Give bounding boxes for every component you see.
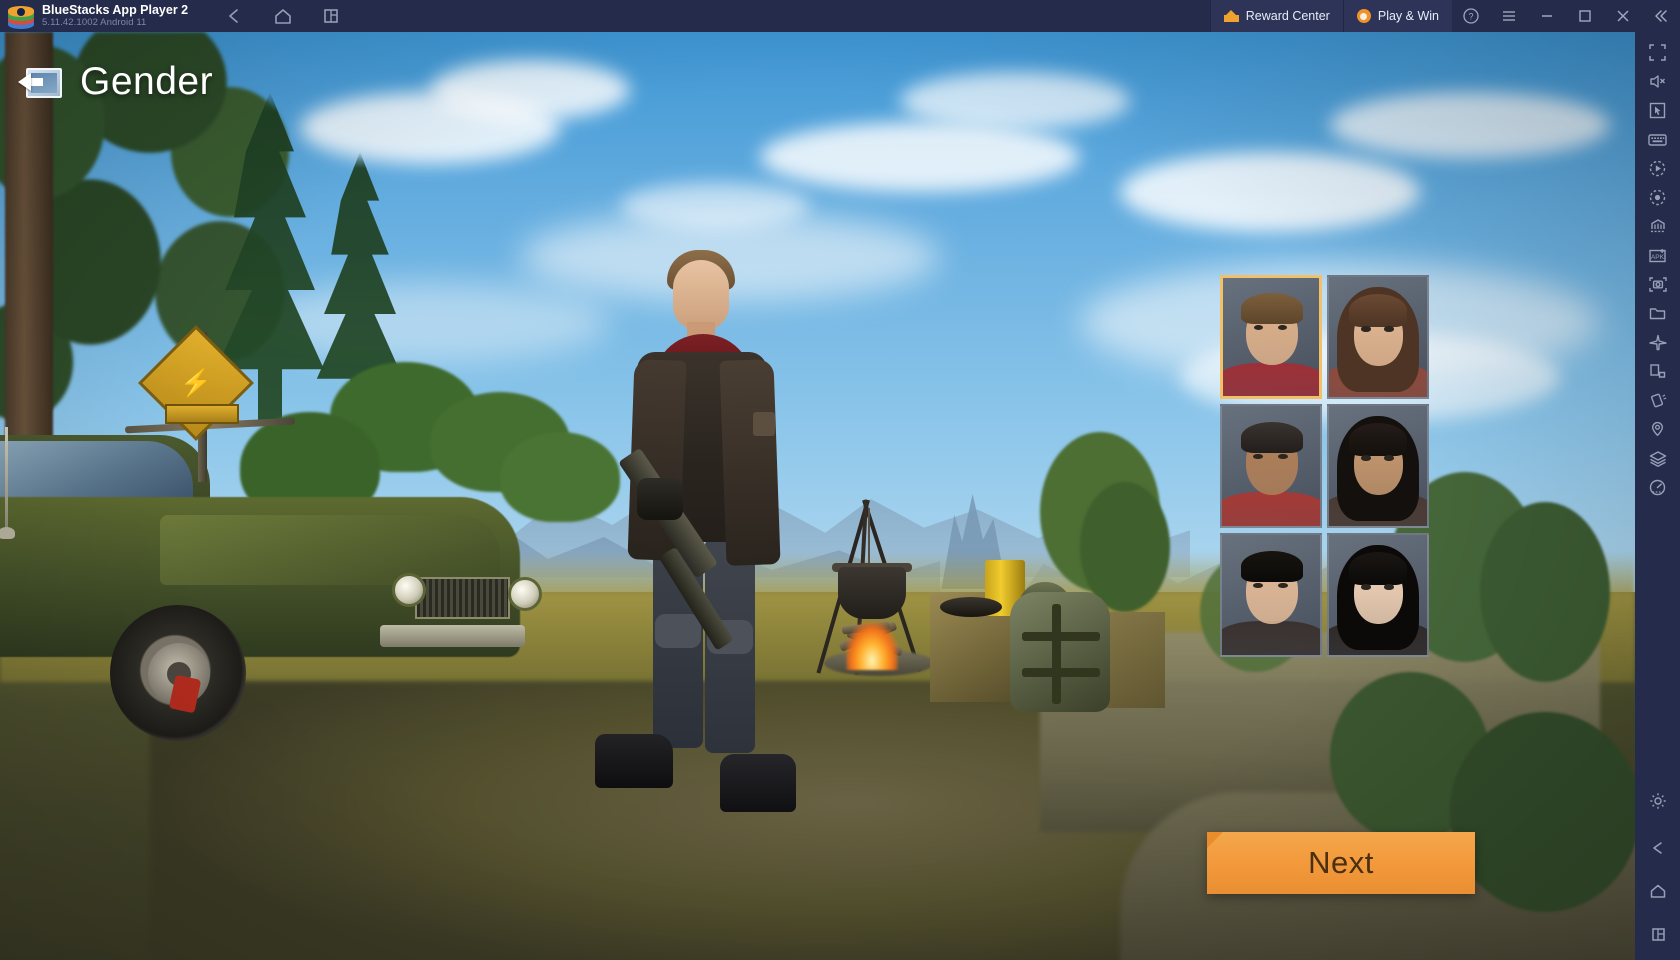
portrait-female-2[interactable] (1327, 404, 1429, 528)
svg-text:?: ? (1468, 12, 1473, 22)
play-and-win-label: Play & Win (1377, 9, 1439, 23)
portrait-eye-right (1383, 584, 1394, 590)
eco-mode-icon[interactable] (1635, 328, 1680, 357)
portrait-clothing (1223, 362, 1319, 396)
home-icon[interactable] (272, 5, 294, 27)
mute-icon[interactable] (1635, 67, 1680, 96)
menu-button[interactable] (1490, 0, 1528, 32)
collapse-sidebar-button[interactable] (1642, 0, 1680, 32)
page-title: Gender (80, 60, 214, 103)
android-game-viewport[interactable]: ⚡ Gender Next (0, 32, 1635, 960)
minimize-button[interactable] (1528, 0, 1566, 32)
portrait-male-1[interactable] (1220, 275, 1322, 399)
portrait-eye-left (1361, 584, 1372, 590)
install-apk-icon[interactable]: APK (1635, 241, 1680, 270)
portrait-clothing (1222, 492, 1320, 526)
portrait-eye-left (1361, 326, 1372, 332)
keyboard-icon[interactable] (1635, 125, 1680, 154)
rotate-screen-icon[interactable] (1635, 357, 1680, 386)
abandoned-car (0, 427, 560, 741)
portrait-eye-right (1383, 455, 1394, 461)
reward-center-button[interactable]: Reward Center (1209, 0, 1343, 32)
portrait-female-1[interactable] (1327, 275, 1429, 399)
fullscreen-icon[interactable] (1635, 38, 1680, 67)
portrait-hair-front (1240, 550, 1304, 582)
app-title: BlueStacks App Player 2 (42, 3, 189, 17)
layers-icon[interactable] (1635, 444, 1680, 473)
play-and-win-button[interactable]: Play & Win (1342, 0, 1452, 32)
next-button[interactable]: Next (1207, 832, 1475, 894)
bluestacks-sidebar: APK (1635, 32, 1680, 960)
next-button-label: Next (1308, 845, 1374, 880)
titlebar-right-group: Reward Center Play & Win ? (1209, 0, 1680, 32)
svg-text:APK: APK (1651, 254, 1665, 261)
crown-icon (1223, 10, 1239, 22)
android-recents-icon[interactable] (1635, 919, 1680, 948)
character-portrait-grid[interactable] (1220, 275, 1429, 657)
reward-center-label: Reward Center (1245, 9, 1330, 23)
portrait-clothing (1222, 621, 1320, 655)
android-home-icon[interactable] (1635, 876, 1680, 905)
settings-gear-icon[interactable] (1635, 786, 1680, 815)
window-titlebar: BlueStacks App Player 2 5.11.42.1002 And… (0, 0, 1680, 32)
multi-instance-icon[interactable] (320, 5, 342, 27)
portrait-male-3[interactable] (1220, 533, 1322, 657)
bluestacks-logo-icon (8, 3, 34, 29)
game-back-button[interactable] (18, 64, 62, 100)
android-back-icon[interactable] (1635, 833, 1680, 862)
portrait-hair-front (1241, 293, 1303, 324)
portrait-female-3[interactable] (1327, 533, 1429, 657)
performance-icon[interactable] (1635, 473, 1680, 502)
pointer-icon[interactable] (1635, 96, 1680, 125)
maximize-button[interactable] (1566, 0, 1604, 32)
pot-chain (868, 508, 870, 566)
record-icon[interactable] (1635, 183, 1680, 212)
portrait-hair-front (1348, 422, 1408, 457)
location-icon[interactable] (1635, 415, 1680, 444)
portrait-male-2[interactable] (1220, 404, 1322, 528)
multi-instance-icon[interactable] (1635, 212, 1680, 241)
titlebar-nav (224, 5, 342, 27)
cooking-pot (838, 567, 906, 619)
shake-icon[interactable] (1635, 386, 1680, 415)
close-button[interactable] (1604, 0, 1642, 32)
portrait-eye-left (1361, 455, 1372, 461)
macro-play-icon[interactable] (1635, 154, 1680, 183)
player-avatar (575, 242, 825, 842)
game-header: Gender (18, 60, 213, 104)
fire-flame (846, 622, 898, 670)
help-button[interactable]: ? (1452, 0, 1490, 32)
portrait-hair-front (1348, 551, 1408, 586)
back-icon[interactable] (224, 5, 246, 27)
app-version: 5.11.42.1002 Android 11 (42, 17, 147, 28)
screenshot-icon[interactable] (1635, 270, 1680, 299)
portrait-eye-right (1383, 326, 1394, 332)
coin-icon (1356, 9, 1371, 23)
media-folder-icon[interactable] (1635, 299, 1680, 328)
portrait-hair-front (1240, 421, 1304, 453)
app-title-block: BlueStacks App Player 2 5.11.42.1002 And… (42, 3, 189, 29)
portrait-hair-front (1348, 293, 1408, 328)
